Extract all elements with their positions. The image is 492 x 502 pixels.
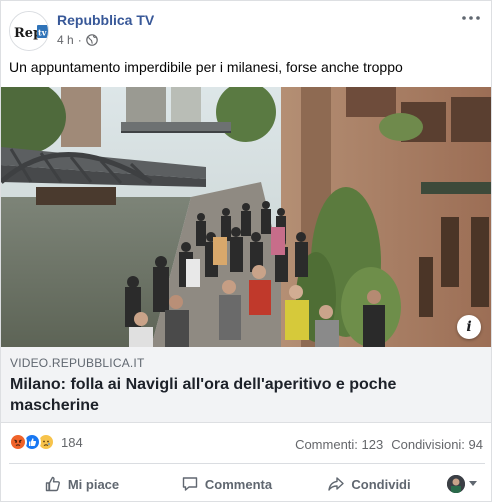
ellipsis-icon <box>462 16 480 20</box>
user-avatar <box>447 475 465 493</box>
post-as-selector[interactable] <box>447 475 485 493</box>
link-preview-image[interactable]: i <box>1 87 491 347</box>
reactions-summary[interactable]: 184 <box>9 433 83 451</box>
comment-icon <box>182 477 198 491</box>
comment-label: Commenta <box>204 476 273 492</box>
svg-text:tv: tv <box>38 28 47 38</box>
post-stats: 184 Commenti: 123 Condivisioni: 94 <box>9 431 485 455</box>
like-button[interactable]: Mi piace <box>9 468 154 500</box>
thumbs-up-icon <box>45 476 60 492</box>
page-name[interactable]: Repubblica TV <box>57 12 154 28</box>
post-card: Rep tv Repubblica TV 4 h · Un appuntamen… <box>0 0 492 502</box>
meta-separator: · <box>77 33 82 47</box>
post-time[interactable]: 4 h <box>57 33 74 47</box>
action-bar: Mi piace Commenta Condividi <box>9 467 485 501</box>
shares-count[interactable]: Condivisioni: 94 <box>391 437 483 452</box>
post-meta: 4 h · <box>57 33 98 47</box>
more-options-button[interactable] <box>459 9 483 27</box>
link-preview[interactable]: VIDEO.REPUBBLICA.IT Milano: folla ai Nav… <box>1 347 491 423</box>
engagement-counts: Commenti: 123 Condivisioni: 94 <box>295 437 483 452</box>
like-label: Mi piace <box>67 476 120 492</box>
link-domain: VIDEO.REPUBBLICA.IT <box>10 356 145 370</box>
share-button[interactable]: Condividi <box>299 468 439 500</box>
reaction-count[interactable]: 184 <box>61 435 83 450</box>
comment-button[interactable]: Commenta <box>154 468 299 500</box>
actions-divider <box>9 463 485 464</box>
comments-count[interactable]: Commenti: 123 <box>295 437 383 452</box>
chevron-down-icon <box>469 481 477 486</box>
link-title[interactable]: Milano: folla ai Navigli all'ora dell'ap… <box>10 374 430 416</box>
share-label: Condividi <box>351 476 411 492</box>
post-header: Rep tv Repubblica TV 4 h · <box>9 9 485 53</box>
page-avatar[interactable]: Rep tv <box>9 11 49 51</box>
globe-icon[interactable] <box>85 34 98 46</box>
angry-icon <box>9 433 27 451</box>
repubblica-tv-logo: Rep tv <box>10 12 48 50</box>
navigli-crowd-photo <box>1 87 491 347</box>
share-icon <box>328 477 345 491</box>
post-message: Un appuntamento imperdibile per i milane… <box>9 59 403 75</box>
info-button[interactable]: i <box>457 315 481 339</box>
